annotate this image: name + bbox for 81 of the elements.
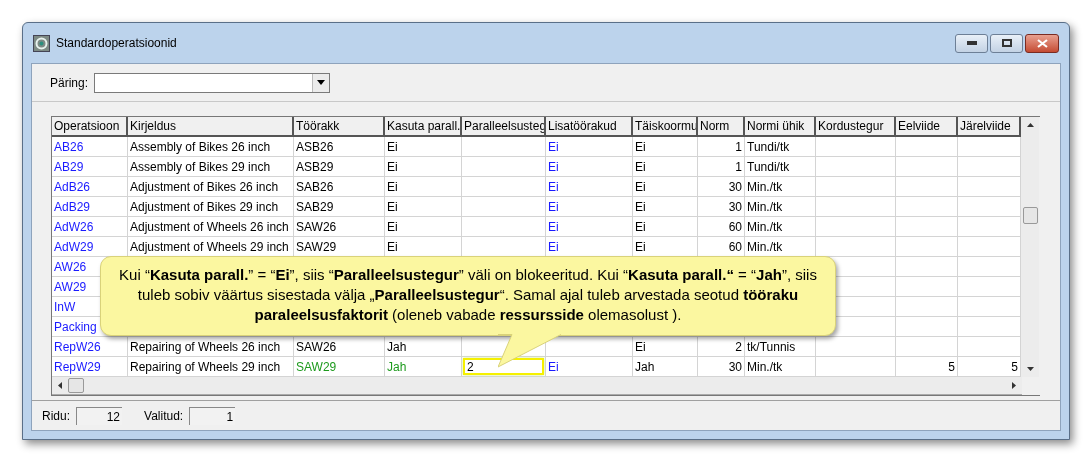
column-header[interactable]: Järelviide xyxy=(958,117,1021,137)
table-cell[interactable]: RepW26 xyxy=(52,337,128,357)
table-cell: Tundi/tk xyxy=(745,157,816,177)
table-cell: tk/Tunnis xyxy=(745,337,816,357)
table-cell: Ei xyxy=(633,137,698,157)
table-cell: SAW26 xyxy=(294,217,385,237)
table-cell[interactable]: AB29 xyxy=(52,157,128,177)
selected-label: Valitud: xyxy=(144,407,184,425)
column-header[interactable]: Operatsioon xyxy=(52,117,128,137)
table-cell: ASB29 xyxy=(294,157,385,177)
table-cell: 5 xyxy=(958,357,1021,377)
table-cell: Assembly of Bikes 29 inch xyxy=(128,157,294,177)
table-cell: Ei xyxy=(633,337,698,357)
table-cell[interactable]: RepW29 xyxy=(52,357,128,377)
table-cell: 1 xyxy=(698,137,745,157)
table-cell: Repairing of Wheels 26 inch xyxy=(128,337,294,357)
table-cell: Jah xyxy=(633,357,698,377)
table-cell[interactable]: Ei xyxy=(546,237,633,257)
table-cell: Ei xyxy=(633,177,698,197)
table-cell: Ei xyxy=(385,137,462,157)
column-header[interactable]: Kirjeldus xyxy=(128,117,294,137)
table-cell: 60 xyxy=(698,217,745,237)
table-cell[interactable]: AdW26 xyxy=(52,217,128,237)
rows-count-field: 12 xyxy=(76,406,122,425)
column-header[interactable]: Norm xyxy=(698,117,745,137)
table-cell: Adjustment of Bikes 29 inch xyxy=(128,197,294,217)
table-cell[interactable]: Ei xyxy=(546,197,633,217)
table-cell: 5 xyxy=(896,357,958,377)
table-cell: Ei xyxy=(633,197,698,217)
table-cell: 30 xyxy=(698,357,745,377)
table-cell: 60 xyxy=(698,237,745,257)
table-cell: Min./tk xyxy=(745,197,816,217)
table-cell[interactable]: Ei xyxy=(546,357,633,377)
table-cell: Min./tk xyxy=(745,217,816,237)
table-cell: 1 xyxy=(698,157,745,177)
table-cell[interactable]: AdW29 xyxy=(52,237,128,257)
selected-count-field: 1 xyxy=(189,406,236,425)
table-cell: Jah xyxy=(385,337,462,357)
table-cell[interactable]: AdB29 xyxy=(52,197,128,217)
table-cell[interactable]: AB26 xyxy=(52,137,128,157)
table-cell: Ei xyxy=(385,157,462,177)
column-header[interactable]: Lisatöörakud xyxy=(546,117,633,137)
window-title: Standardoperatsioonid xyxy=(56,35,177,52)
table-cell: SAW26 xyxy=(294,337,385,357)
table-cell: SAW29 xyxy=(294,357,385,377)
table-cell: 30 xyxy=(698,177,745,197)
table-cell: Tundi/tk xyxy=(745,137,816,157)
table-cell[interactable]: Ei xyxy=(546,157,633,177)
table-cell: Ei xyxy=(633,217,698,237)
table-cell: Ei xyxy=(385,197,462,217)
column-header[interactable]: Eelviide xyxy=(896,117,958,137)
column-header[interactable]: Töörakk xyxy=(294,117,385,137)
table-cell: Ei xyxy=(633,237,698,257)
table-cell: Adjustment of Wheels 29 inch xyxy=(128,237,294,257)
table-cell: Ei xyxy=(385,217,462,237)
table-cell: SAW29 xyxy=(294,237,385,257)
table-cell: Ei xyxy=(633,157,698,177)
table-cell: Assembly of Bikes 26 inch xyxy=(128,137,294,157)
table-cell[interactable]: AdB26 xyxy=(52,177,128,197)
table-cell: ASB26 xyxy=(294,137,385,157)
table-cell: Ei xyxy=(385,177,462,197)
column-header[interactable]: Kordustegur xyxy=(816,117,896,137)
table-cell: 30 xyxy=(698,197,745,217)
table-cell: SAB26 xyxy=(294,177,385,197)
column-header[interactable]: Normi ühik xyxy=(745,117,816,137)
table-cell[interactable]: Ei xyxy=(546,137,633,157)
table-cell: Min./tk xyxy=(745,177,816,197)
table-cell[interactable]: Ei xyxy=(546,217,633,237)
table-cell: Min./tk xyxy=(745,237,816,257)
table-cell: Jah xyxy=(385,357,462,377)
rows-label: Ridu: xyxy=(42,407,70,425)
table-cell: Adjustment of Bikes 26 inch xyxy=(128,177,294,197)
table-cell: 2 xyxy=(698,337,745,357)
query-label: Päring: xyxy=(50,74,89,92)
table-cell: SAB29 xyxy=(294,197,385,217)
table-cell: Repairing of Wheels 29 inch xyxy=(128,357,294,377)
table-cell: Adjustment of Wheels 26 inch xyxy=(128,217,294,237)
table-cell: Min./tk xyxy=(745,357,816,377)
table-cell: Ei xyxy=(385,237,462,257)
table-cell[interactable]: Ei xyxy=(546,177,633,197)
column-header[interactable]: Kasuta parall. xyxy=(385,117,462,137)
